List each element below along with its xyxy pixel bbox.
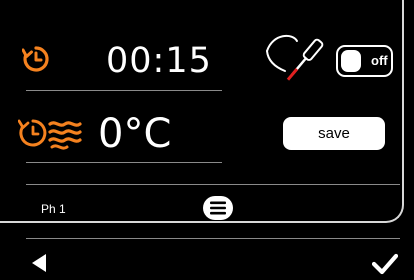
- timer-value[interactable]: 00:15: [106, 44, 212, 79]
- temperature-divider: [26, 162, 222, 163]
- program-panel: 00:15 off 0°C save Ph 1: [0, 0, 404, 223]
- toggle-state-label: off: [371, 53, 388, 68]
- timer-icon[interactable]: [22, 45, 50, 73]
- checkmark-icon[interactable]: [372, 253, 398, 275]
- core-probe-icon: [266, 34, 324, 81]
- save-button[interactable]: save: [283, 117, 385, 150]
- back-arrow-icon[interactable]: [30, 253, 48, 273]
- phase-divider: [26, 184, 400, 185]
- temperature-value[interactable]: 0°C: [98, 114, 171, 154]
- phase-label[interactable]: Ph 1: [41, 202, 66, 216]
- heat-icon[interactable]: [18, 118, 96, 150]
- timer-divider: [26, 90, 222, 91]
- menu-icon[interactable]: [202, 195, 234, 221]
- oven-control-screen: 00:15 off 0°C save Ph 1: [0, 0, 414, 280]
- nav-divider: [26, 238, 400, 239]
- toggle-knob: [341, 50, 361, 72]
- core-probe-toggle[interactable]: off: [336, 45, 393, 77]
